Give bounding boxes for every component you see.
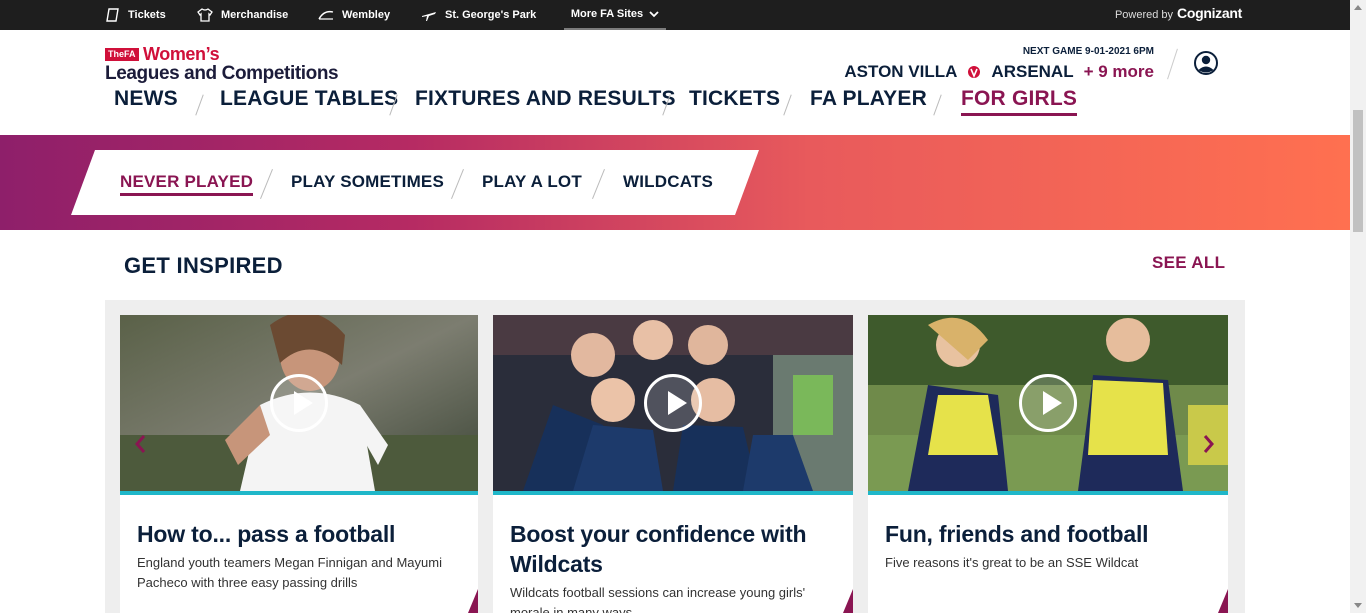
fa-badge: TheFA — [105, 48, 139, 61]
away-team: ARSENAL — [991, 62, 1074, 81]
section-title: GET INSPIRED — [124, 253, 283, 278]
next-game-label: NEXT GAME 9-01-2021 6PM — [1022, 46, 1154, 57]
home-team: ASTON VILLA — [844, 62, 958, 81]
video-thumbnail[interactable] — [868, 315, 1228, 491]
topbar-link-label: Wembley — [342, 9, 391, 21]
video-card[interactable]: Fun, friends and football Five reasons i… — [868, 315, 1228, 613]
sponsor-logo[interactable]: Cognizant — [1177, 5, 1242, 21]
topbar-link-label: Merchandise — [221, 9, 289, 21]
topbar-link-label: St. George's Park — [445, 9, 537, 21]
nav-separator — [783, 94, 792, 116]
video-card[interactable]: Boost your confidence with Wildcats Wild… — [493, 315, 853, 613]
nav-for-girls[interactable]: FOR GIRLS — [961, 87, 1078, 116]
powered-by: Powered by Cognizant — [1115, 5, 1242, 21]
card-description: Wildcats football sessions can increase … — [510, 585, 806, 613]
topbar-link-tickets[interactable]: Tickets — [106, 0, 166, 30]
nav-separator — [933, 94, 942, 116]
nav-league-tables[interactable]: LEAGUE TABLES — [220, 87, 398, 111]
card-title[interactable]: Fun, friends and football — [868, 495, 1228, 549]
nav-fixtures-results[interactable]: FIXTURES AND RESULTS — [415, 87, 676, 111]
carousel-next-arrow[interactable] — [1203, 433, 1215, 457]
carousel-prev-arrow[interactable] — [134, 433, 146, 457]
scrollbar-thumb[interactable] — [1353, 110, 1363, 232]
card-description: England youth teamers Megan Finnigan and… — [137, 555, 442, 590]
video-thumbnail[interactable] — [120, 315, 478, 491]
chevron-left-icon — [135, 435, 146, 453]
utility-bar: Tickets Merchandise Wembley St. George's… — [0, 0, 1350, 30]
wembley-arch-icon — [318, 10, 334, 20]
nav-news[interactable]: NEWS — [114, 87, 178, 111]
more-games-link[interactable]: + 9 more — [1084, 62, 1154, 82]
more-fa-sites-dropdown[interactable]: More FA Sites — [564, 0, 666, 30]
nav-fa-player[interactable]: FA PLAYER — [810, 87, 927, 111]
play-icon[interactable] — [1019, 374, 1077, 432]
topbar-link-wembley[interactable]: Wembley — [318, 0, 390, 30]
topbar-link-st-georges-park[interactable]: St. George's Park — [421, 0, 536, 30]
ticket-icon — [106, 8, 119, 22]
nav-tickets[interactable]: TICKETS — [689, 87, 780, 111]
subnav-wildcats[interactable]: WILDCATS — [623, 172, 713, 192]
topbar-link-label: Tickets — [128, 9, 166, 21]
subnav-never-played[interactable]: NEVER PLAYED — [120, 172, 254, 196]
user-account-icon[interactable] — [1194, 51, 1218, 80]
card-description: Five reasons it's great to be an SSE Wil… — [885, 555, 1139, 570]
logo-line-1: Women’s — [142, 44, 220, 64]
card-title[interactable]: How to... pass a football — [120, 495, 478, 549]
subnav-play-sometimes[interactable]: PLAY SOMETIMES — [291, 172, 444, 192]
play-icon[interactable] — [644, 374, 702, 432]
nav-separator — [195, 94, 204, 116]
page-scrollbar[interactable] — [1350, 0, 1366, 613]
shirt-icon — [197, 8, 213, 22]
more-fa-sites-label: More FA Sites — [570, 8, 644, 20]
versus-icon — [968, 66, 981, 79]
card-corner-accent — [1218, 589, 1228, 613]
play-icon[interactable] — [270, 374, 328, 432]
card-title[interactable]: Boost your confidence with Wildcats — [493, 495, 853, 579]
header-divider — [1167, 48, 1178, 80]
chevron-right-icon — [1203, 435, 1214, 453]
next-game-teams: ASTON VILLA ARSENAL + 9 more — [844, 62, 1154, 82]
topbar-link-merchandise[interactable]: Merchandise — [197, 0, 288, 30]
logo-line-2: Leagues and Competitions — [105, 63, 339, 84]
next-game-widget[interactable]: NEXT GAME 9-01-2021 6PM ASTON VILLA ARSE… — [844, 46, 1154, 82]
video-thumbnail[interactable] — [493, 315, 853, 491]
scroll-down-arrow[interactable] — [1354, 603, 1362, 608]
plane-icon — [422, 12, 436, 21]
powered-by-label: Powered by — [1114, 9, 1174, 21]
subnav-play-a-lot[interactable]: PLAY A LOT — [482, 172, 582, 192]
scroll-up-arrow[interactable] — [1354, 5, 1362, 10]
chevron-down-icon — [649, 10, 659, 17]
main-nav: NEWS LEAGUE TABLES FIXTURES AND RESULTS … — [0, 86, 1350, 134]
video-card[interactable]: How to... pass a football England youth … — [120, 315, 478, 613]
site-logo[interactable]: TheFA Women’s Leagues and Competitions — [105, 44, 339, 85]
see-all-link[interactable]: SEE ALL — [1152, 253, 1225, 273]
